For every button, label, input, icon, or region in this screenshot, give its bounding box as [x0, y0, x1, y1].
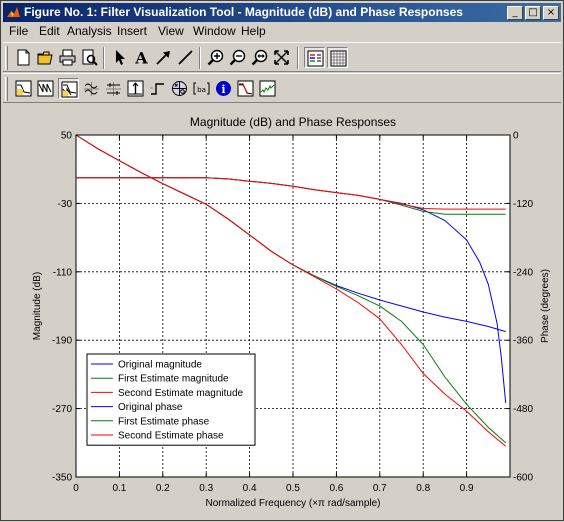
y-tick-label-right: -360 — [513, 336, 533, 347]
y-tick-label-left: -30 — [58, 199, 73, 210]
y-tick-label-left: -110 — [53, 267, 73, 278]
y-tick-label-left: 50 — [61, 131, 73, 142]
legend-label: Second Estimate magnitude — [118, 388, 244, 399]
x-tick-label: 0.4 — [243, 483, 257, 494]
x-tick-label: 0.6 — [329, 483, 343, 494]
x-tick-label: 0.5 — [286, 483, 300, 494]
y-tick-label-left: -190 — [52, 336, 72, 347]
y-tick-label-right: -480 — [513, 404, 533, 415]
legend-label: Original magnitude — [118, 360, 202, 371]
x-tick-label: 0.3 — [199, 483, 213, 494]
x-tick-label: 0.1 — [112, 483, 126, 494]
x-tick-label: 0.9 — [460, 483, 474, 494]
y-tick-label-right: 0 — [513, 131, 519, 142]
legend-label: First Estimate phase — [118, 416, 210, 427]
y-tick-label-right: -120 — [513, 199, 533, 210]
figure-window: Figure No. 1: Filter Visualization Tool … — [0, 0, 564, 521]
plot-figure: 0 0.1 0.2 0.3 0.4 0.5 0.6 0.7 0.8 0.9 50 0 -30 -120 -1… — [32, 115, 551, 509]
x-axis-label: Normalized Frequency (×π rad/sample) — [205, 498, 380, 509]
legend-label: Original phase — [118, 402, 183, 413]
y-tick-label-right: -240 — [513, 267, 533, 278]
y-axis-label-right: Phase (degrees) — [540, 269, 551, 343]
y-axis-label-left: Magnitude (dB) — [32, 272, 43, 340]
legend[interactable]: Original magnitude First Estimate magnitu… — [86, 353, 256, 446]
x-tick-label: 0.7 — [373, 483, 387, 494]
legend-label: First Estimate magnitude — [118, 374, 229, 385]
y-tick-label-left: -350 — [52, 473, 72, 484]
x-tick-label: 0.2 — [156, 483, 170, 494]
legend-label: Second Estimate phase — [118, 431, 224, 442]
x-tick-label: 0.8 — [416, 483, 430, 494]
y-tick-label-left: -270 — [52, 404, 72, 415]
x-tick-label: 0 — [73, 483, 79, 494]
chart-title: Magnitude (dB) and Phase Responses — [190, 115, 396, 129]
y-tick-label-right: -600 — [513, 473, 533, 484]
